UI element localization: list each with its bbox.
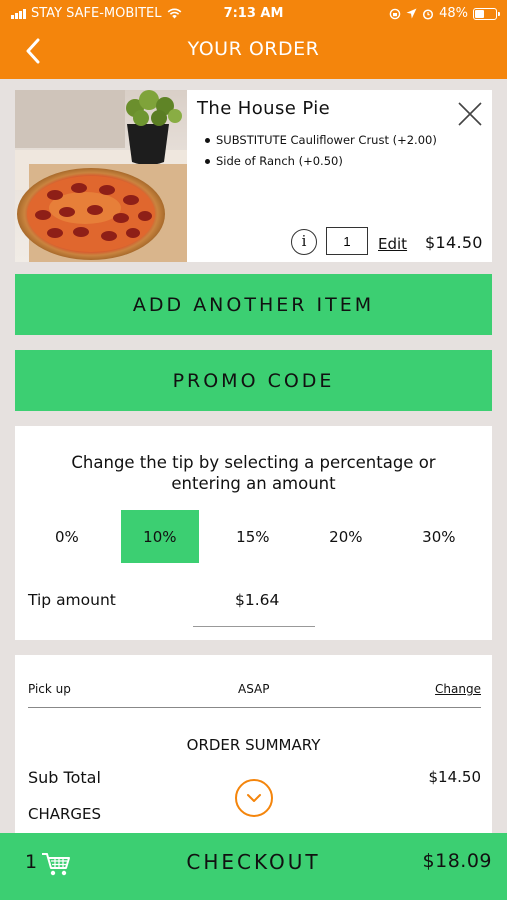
pepperoni-pizza-photo — [15, 90, 187, 262]
quantity-input[interactable] — [326, 227, 368, 255]
tip-amount-underline — [193, 626, 315, 627]
tip-option-20[interactable]: 20% — [307, 510, 385, 563]
tip-option-15[interactable]: 15% — [214, 510, 292, 563]
subtotal-value: $14.50 — [428, 768, 482, 786]
pickup-time: ASAP — [238, 682, 270, 696]
remove-item-button[interactable] — [456, 100, 484, 128]
expand-summary-button[interactable] — [235, 779, 273, 817]
location-icon — [406, 8, 417, 19]
page-title: YOUR ORDER — [187, 38, 320, 60]
tip-options: 0% 10% 15% 20% 30% — [28, 510, 493, 563]
cart-item-card: The House Pie SUBSTITUTE Cauliflower Cru… — [15, 90, 492, 262]
subtotal-label: Sub Total — [28, 768, 101, 787]
item-name: The House Pie — [197, 98, 331, 119]
battery-percent: 48% — [439, 6, 468, 21]
alarm-icon — [423, 8, 434, 20]
modifier-item: SUBSTITUTE Cauliflower Crust (+2.00) — [205, 130, 437, 151]
battery-icon — [473, 7, 500, 20]
tip-section: Change the tip by selecting a percentage… — [15, 426, 492, 640]
checkout-total: $18.09 — [422, 850, 492, 872]
tip-option-0[interactable]: 0% — [28, 510, 106, 563]
top-bar: STAY SAFE-MOBITEL 7:13 AM 48% YOUR ORDER — [0, 0, 507, 79]
info-icon[interactable]: i — [291, 229, 317, 255]
chevron-down-icon — [247, 794, 261, 802]
rotation-lock-icon — [389, 8, 401, 19]
edit-link[interactable]: Edit — [378, 235, 407, 253]
pickup-label: Pick up — [28, 682, 71, 696]
order-summary-section: Pick up ASAP Change ORDER SUMMARY Sub To… — [15, 655, 492, 845]
change-pickup-link[interactable]: Change — [435, 682, 481, 696]
item-price: $14.50 — [425, 233, 483, 252]
order-summary-title: ORDER SUMMARY — [186, 736, 321, 754]
tip-option-10[interactable]: 10% — [121, 510, 199, 563]
tip-amount-input[interactable]: $1.64 — [235, 591, 279, 609]
charges-label: CHARGES — [28, 805, 102, 823]
checkout-button[interactable]: 1 CHECKOUT $18.09 — [0, 833, 507, 900]
status-right: 48% — [389, 6, 500, 21]
divider — [28, 707, 481, 708]
status-bar: STAY SAFE-MOBITEL 7:13 AM 48% — [0, 0, 507, 28]
modifier-item: Side of Ranch (+0.50) — [205, 151, 437, 172]
add-another-item-button[interactable]: ADD ANOTHER ITEM — [15, 274, 492, 335]
modifier-list: SUBSTITUTE Cauliflower Crust (+2.00) Sid… — [205, 130, 437, 172]
tip-option-30[interactable]: 30% — [400, 510, 478, 563]
promo-code-button[interactable]: PROMO CODE — [15, 350, 492, 411]
close-icon — [458, 102, 482, 126]
tip-prompt: Change the tip by selecting a percentage… — [71, 453, 436, 493]
tip-amount-label: Tip amount — [28, 591, 116, 609]
